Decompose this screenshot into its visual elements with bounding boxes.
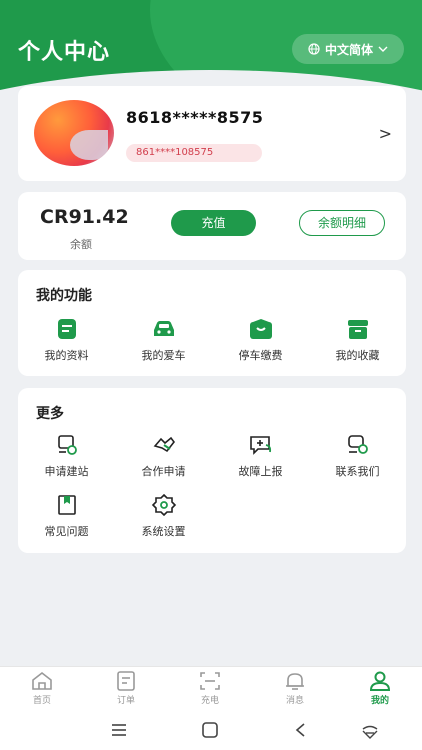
favorites-box-icon (347, 320, 368, 339)
user-phone: 8618*****8575 (126, 108, 264, 127)
tab-orders[interactable]: 订单 (84, 671, 168, 706)
profile-doc-icon (57, 319, 76, 339)
profile-card[interactable]: 8618*****8575 861****108575 > (18, 86, 406, 181)
more-system-settings[interactable]: 系统设置 (115, 494, 212, 539)
tab-label: 订单 (116, 696, 135, 706)
handshake-icon (153, 436, 175, 453)
function-label: 我的收藏 (335, 349, 380, 362)
more-label: 故障上报 (238, 465, 283, 478)
section-title-more: 更多 (36, 406, 64, 422)
avatar[interactable] (34, 100, 114, 166)
home-icon (32, 671, 52, 690)
language-label: 中文简体 (324, 42, 373, 57)
tab-label: 充电 (200, 696, 219, 706)
more-label: 联系我们 (335, 465, 380, 478)
balance-amount: CR91.42 (40, 206, 129, 228)
tab-label: 首页 (32, 696, 51, 706)
more-label: 常见问题 (44, 525, 89, 538)
more-contact-us[interactable]: 联系我们 (309, 434, 406, 479)
tab-home[interactable]: 首页 (0, 671, 84, 706)
function-my-favorites[interactable]: 我的收藏 (309, 318, 406, 363)
more-label: 申请建站 (44, 465, 89, 478)
station-apply-icon (57, 435, 77, 455)
my-functions-card: 我的功能 我的资料 我的爱车 停车缴费 我的收藏 (18, 270, 406, 376)
more-card: 更多 申请建站 合作申请 故障上报 联系我们 常见问题 系统设置 (18, 388, 406, 553)
home-square-icon[interactable] (201, 722, 219, 738)
page-title: 个人中心 (18, 40, 111, 65)
recharge-button[interactable]: 充值 (171, 210, 256, 236)
parking-payment-icon (249, 319, 272, 339)
tab-label: 我的 (370, 696, 389, 706)
more-label: 系统设置 (141, 525, 186, 538)
function-parking-payment[interactable]: 停车缴费 (212, 318, 309, 363)
balance-card: CR91.42 余额 充值 余额明细 (18, 192, 406, 260)
function-my-car[interactable]: 我的爱车 (115, 318, 212, 363)
more-label: 合作申请 (141, 465, 186, 478)
assistant-icon[interactable] (360, 722, 380, 740)
bell-icon (286, 673, 304, 690)
order-icon (117, 671, 135, 691)
balance-details-button[interactable]: 余额明细 (299, 210, 385, 236)
more-fault-report[interactable]: 故障上报 (212, 434, 309, 479)
tab-charge[interactable]: 充电 (168, 671, 252, 706)
globe-icon (308, 43, 320, 55)
more-apply-station[interactable]: 申请建站 (18, 434, 115, 479)
scan-charge-icon (200, 672, 220, 690)
tab-label: 消息 (285, 696, 304, 706)
function-label: 我的爱车 (141, 349, 186, 362)
user-id-badge: 861****108575 (126, 144, 262, 162)
menu-icon[interactable] (110, 722, 128, 738)
chevron-down-icon (378, 46, 388, 52)
settings-gear-icon (151, 494, 176, 516)
function-label: 我的资料 (44, 349, 89, 362)
car-icon (153, 321, 174, 336)
fault-report-icon (249, 436, 271, 455)
back-icon[interactable] (292, 722, 310, 738)
chevron-right-icon[interactable]: > (379, 124, 392, 143)
more-faq[interactable]: 常见问题 (18, 494, 115, 539)
tab-mine[interactable]: 我的 (338, 671, 422, 706)
faq-book-icon (57, 495, 76, 515)
more-cooperation[interactable]: 合作申请 (115, 434, 212, 479)
function-label: 停车缴费 (238, 349, 283, 362)
contact-icon (347, 435, 368, 454)
tab-messages[interactable]: 消息 (253, 671, 337, 706)
system-nav-bar (0, 712, 422, 750)
user-icon (369, 671, 391, 691)
bottom-tab-bar: 首页 订单 充电 消息 我的 (0, 666, 422, 712)
function-my-profile[interactable]: 我的资料 (18, 318, 115, 363)
section-title-functions: 我的功能 (36, 288, 92, 304)
balance-label: 余额 (70, 238, 92, 251)
language-selector[interactable]: 中文简体 (292, 34, 404, 64)
